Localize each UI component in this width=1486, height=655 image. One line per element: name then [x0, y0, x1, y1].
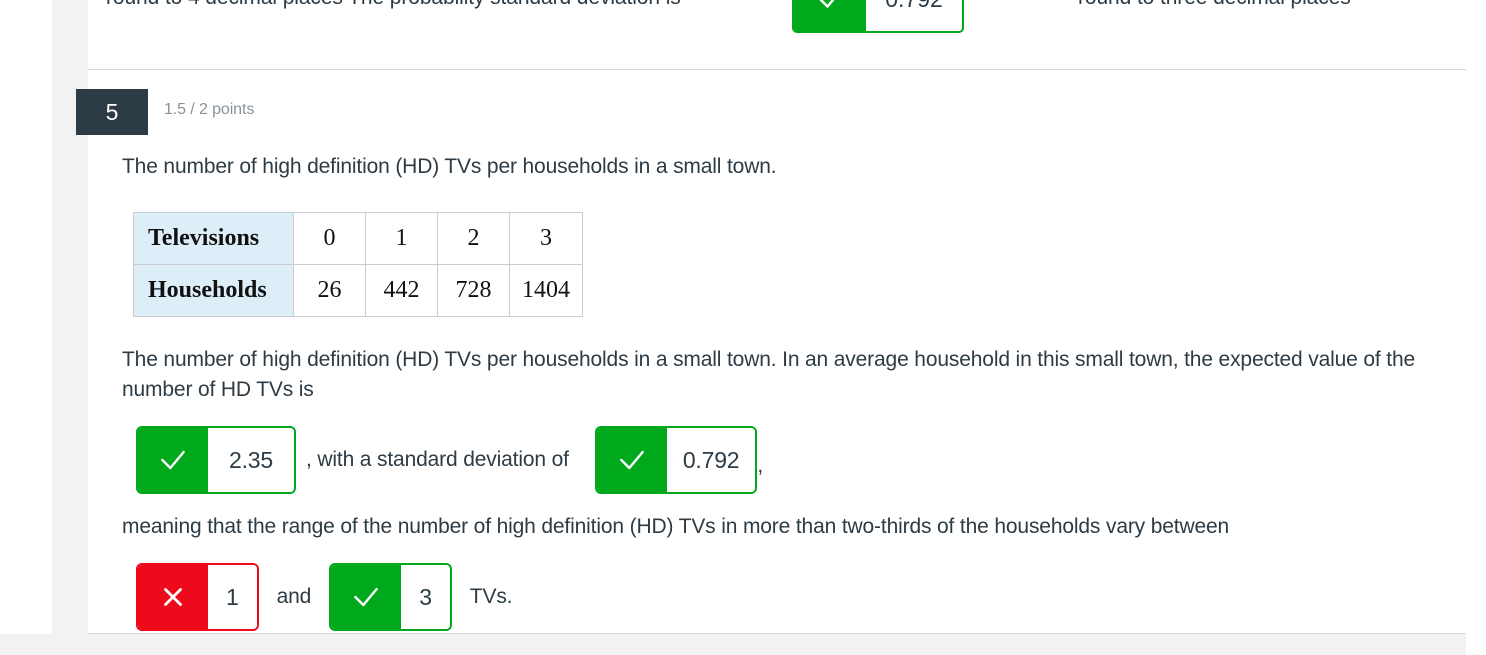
std-dev-answer-value: 0.792: [666, 428, 756, 492]
table-cell: 0: [293, 212, 366, 265]
frequency-table: Televisions 0 1 2 3 Households 26 442 72…: [133, 212, 583, 317]
table-row: Televisions 0 1 2 3: [133, 212, 583, 265]
question-body: The number of high definition (HD) TVs p…: [122, 152, 1452, 631]
quiz-question-card: round to 4 decimal places The probabilit…: [76, 0, 1466, 634]
table-row-header: Televisions: [133, 212, 294, 265]
question-paragraph: The number of high definition (HD) TVs p…: [122, 348, 1416, 401]
check-icon: [331, 565, 402, 629]
question-prompt: The number of high definition (HD) TVs p…: [122, 155, 777, 178]
table-cell: 442: [365, 264, 438, 317]
previous-question-answer-box[interactable]: 0.792: [792, 0, 964, 33]
table-row-header: Households: [133, 264, 294, 317]
range-low-answer[interactable]: 1: [136, 563, 259, 631]
check-icon: [138, 428, 208, 492]
previous-question-clipped: round to 4 decimal places The probabilit…: [88, 0, 1466, 70]
question-points: 1.5 / 2 points: [164, 101, 255, 118]
expected-value-answer-value: 2.35: [208, 428, 294, 492]
trailing-comma: ,: [757, 454, 764, 477]
check-icon: [794, 0, 866, 31]
answer-row-expected-value: 2.35 , with a standard deviation of 0.79…: [122, 426, 1452, 494]
answer-row-range: 1 and 3 TVs.: [122, 563, 1452, 631]
table-cell: 1404: [509, 264, 583, 317]
table-cell: 2: [437, 212, 510, 265]
units-text: TVs.: [469, 585, 513, 608]
previous-question-answer-value: 0.792: [866, 0, 962, 13]
table-cell: 3: [509, 212, 583, 265]
page-left-margin: [0, 0, 52, 655]
range-sentence: meaning that the range of the number of …: [122, 515, 1230, 538]
std-dev-answer[interactable]: 0.792: [594, 426, 758, 494]
question-number-badge: 5: [76, 89, 148, 135]
standard-deviation-connector-text: , with a standard deviation of: [306, 448, 569, 471]
table-cell: 1: [365, 212, 438, 265]
table-row: Households 26 442 728 1404: [133, 264, 583, 317]
range-high-answer-value: 3: [401, 565, 450, 629]
table-cell: 728: [437, 264, 510, 317]
range-high-answer[interactable]: 3: [329, 563, 452, 631]
and-text: and: [276, 585, 312, 608]
previous-question-text-right: round to three decimal places: [1078, 0, 1351, 10]
x-icon: [138, 565, 208, 629]
page-bottom-gutter: [0, 634, 1486, 655]
check-icon: [596, 428, 667, 492]
frequency-table-wrapper: Televisions 0 1 2 3 Households 26 442 72…: [133, 212, 1452, 317]
previous-question-text-left: round to 4 decimal places The probabilit…: [106, 0, 681, 10]
expected-value-answer[interactable]: 2.35: [136, 426, 296, 494]
range-low-answer-value: 1: [208, 565, 257, 629]
page-right-margin: [1466, 0, 1486, 655]
quiz-results-screen: round to 4 decimal places The probabilit…: [0, 0, 1486, 655]
table-cell: 26: [293, 264, 366, 317]
